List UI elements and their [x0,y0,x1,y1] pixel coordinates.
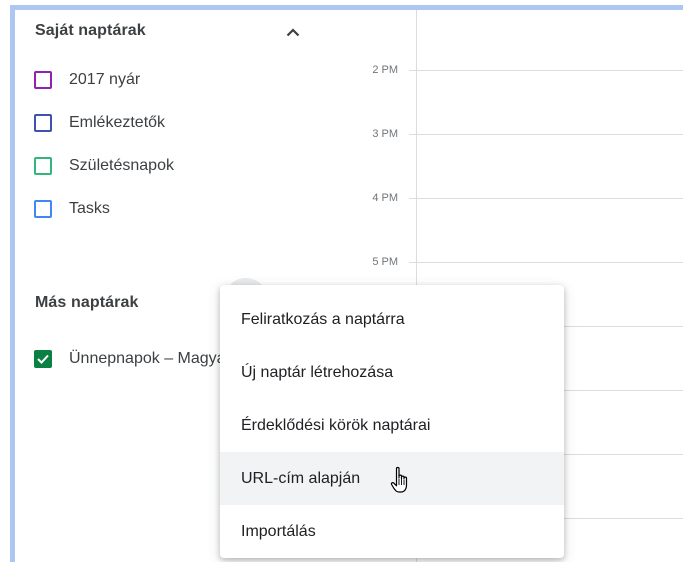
calendar-item-tasks[interactable]: Tasks [34,196,110,222]
calendar-item-2017-nyar[interactable]: 2017 nyár [34,67,140,93]
calendar-window: 2 PM 3 PM 4 PM 5 PM Saját naptárak 2017 … [10,5,683,562]
hour-gridline [417,198,683,199]
add-calendar-menu: Feliratkozás a naptárra Új naptár létreh… [220,285,564,558]
menu-item-label: Importálás [241,522,316,540]
menu-item-browse-interest[interactable]: Érdeklődési körök naptárai [220,399,564,452]
menu-item-label: URL-cím alapján [241,469,361,487]
calendar-checkbox[interactable] [34,200,52,218]
time-label-2pm: 2 PM [372,64,398,76]
chevron-up-icon[interactable] [283,24,303,40]
calendar-item-label: 2017 nyár [69,71,141,88]
menu-item-import[interactable]: Importálás [220,505,564,558]
menu-item-label: Új naptár létrehozása [241,363,394,381]
hour-tick [409,262,417,263]
calendar-item-label: Születésnapok [69,157,174,174]
menu-item-label: Feliratkozás a naptárra [241,310,405,328]
hour-gridline [417,134,683,135]
calendar-checkbox[interactable] [34,71,52,89]
other-calendars-header[interactable]: Más naptárak [35,294,138,312]
check-icon [37,354,49,364]
time-label-4pm: 4 PM [372,192,398,204]
hour-tick [409,134,417,135]
menu-item-from-url[interactable]: URL-cím alapján [220,452,564,505]
hour-gridline [417,262,683,263]
menu-item-label: Érdeklődési körök naptárai [241,416,431,434]
calendar-item-emlekeztetok[interactable]: Emlékeztetők [34,110,165,136]
hour-gridline [417,70,683,71]
time-label-5pm: 5 PM [372,256,398,268]
hour-tick [409,70,417,71]
calendar-item-label: Emlékeztetők [69,114,166,131]
calendar-checkbox[interactable] [34,157,52,175]
calendar-item-label: Tasks [69,200,110,217]
menu-item-subscribe[interactable]: Feliratkozás a naptárra [220,293,564,346]
calendar-item-szuletesnapok[interactable]: Születésnapok [34,153,174,179]
own-calendars-header[interactable]: Saját naptárak [35,22,146,40]
time-label-3pm: 3 PM [372,128,398,140]
hand-pointer-icon [390,466,408,493]
hour-tick [409,198,417,199]
calendar-checkbox[interactable] [34,114,52,132]
menu-item-create-calendar[interactable]: Új naptár létrehozása [220,346,564,399]
calendar-checkbox-checked[interactable] [34,350,52,368]
